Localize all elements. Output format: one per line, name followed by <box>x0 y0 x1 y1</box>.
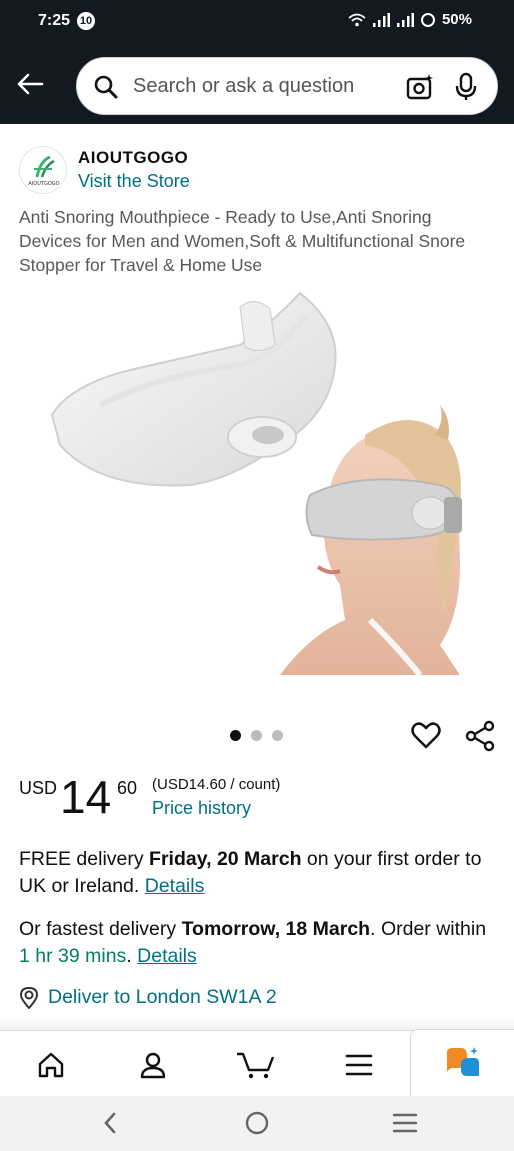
app-header: Search or ask a question <box>0 44 514 124</box>
fast-delivery-dot: . <box>126 945 138 967</box>
nav-home[interactable] <box>31 1045 71 1085</box>
cart-icon <box>237 1052 275 1079</box>
order-countdown: 1 hr 39 mins <box>19 945 127 967</box>
product-photo <box>50 291 462 677</box>
battery-level: 50% <box>441 11 472 28</box>
brand-logo[interactable]: AIOUTGOGO <box>19 146 67 194</box>
deliver-to-location[interactable]: Deliver to London SW1A 2 <box>19 986 277 1009</box>
location-pin-icon <box>19 986 39 1009</box>
free-delivery-message: FREE delivery Friday, 20 March on your f… <box>19 846 495 900</box>
bottom-navigation <box>0 1029 514 1097</box>
signal-icon-2 <box>396 12 414 27</box>
nav-menu[interactable] <box>339 1045 379 1085</box>
system-recents-icon <box>392 1113 418 1133</box>
wifi-icon <box>348 13 366 26</box>
fast-delivery-date: Tomorrow, 18 March <box>181 918 371 940</box>
battery-icon <box>420 12 435 27</box>
home-icon <box>38 1052 64 1078</box>
unit-price: (USD14.60 / count) <box>152 776 281 793</box>
menu-icon <box>345 1054 373 1076</box>
search-icon <box>94 75 118 99</box>
system-back-icon <box>104 1112 116 1134</box>
system-back-button[interactable] <box>93 1108 127 1138</box>
heart-icon[interactable] <box>410 720 442 752</box>
free-delivery-date: Friday, 20 March <box>149 848 302 870</box>
nav-cart[interactable] <box>236 1045 276 1085</box>
price-whole: 14 <box>60 771 112 823</box>
price-block: USD 14 60 (USD14.60 / count) Price histo… <box>19 772 499 822</box>
svg-text:AIOUTGOGO: AIOUTGOGO <box>28 181 59 187</box>
brand-name: AIOUTGOGO <box>78 148 189 167</box>
share-icon[interactable] <box>464 720 496 752</box>
deliver-to-text: Deliver to London SW1A 2 <box>48 986 277 1008</box>
price-fraction: 60 <box>117 778 138 798</box>
fast-delivery-details-link[interactable]: Details <box>137 945 197 967</box>
status-time: 7:25 <box>38 12 71 29</box>
carousel-dot-2[interactable] <box>251 730 262 741</box>
fastest-delivery-message: Or fastest delivery Tomorrow, 18 March. … <box>19 916 495 970</box>
system-home-icon <box>245 1111 269 1135</box>
price-currency: USD <box>19 778 58 798</box>
rufus-icon <box>446 1046 479 1076</box>
camera-icon[interactable] <box>405 72 435 102</box>
back-arrow-icon <box>17 73 44 95</box>
signal-icon <box>372 12 390 27</box>
image-carousel-dots <box>230 730 283 741</box>
system-navigation-bar <box>0 1096 514 1151</box>
back-button[interactable] <box>12 66 48 102</box>
visit-store-link[interactable]: Visit the Store <box>78 171 190 192</box>
system-recents-button[interactable] <box>388 1108 422 1138</box>
status-indicators: 50% <box>348 11 472 28</box>
nav-rufus[interactable] <box>410 1029 514 1097</box>
product-image[interactable] <box>40 285 480 685</box>
fast-delivery-prefix: Or fastest delivery <box>19 918 182 940</box>
system-home-button[interactable] <box>240 1108 274 1138</box>
price-history-link[interactable]: Price history <box>152 798 251 819</box>
search-box[interactable]: Search or ask a question <box>76 57 498 115</box>
free-delivery-details-link[interactable]: Details <box>145 875 205 897</box>
carousel-dot-1[interactable] <box>230 730 241 741</box>
free-delivery-prefix: FREE delivery <box>19 848 150 870</box>
status-bar: 7:25 10 50% <box>0 0 514 44</box>
product-title: Anti Snoring Mouthpiece - Ready to Use,A… <box>19 207 466 275</box>
fast-delivery-mid: . Order within <box>370 918 487 940</box>
brand-logo-graphic: AIOUTGOGO <box>28 155 60 187</box>
microphone-icon[interactable] <box>453 72 479 102</box>
search-input[interactable]: Search or ask a question <box>133 75 354 98</box>
notification-badge: 10 <box>77 12 95 30</box>
nav-account[interactable] <box>133 1045 173 1085</box>
carousel-dot-3[interactable] <box>272 730 283 741</box>
account-icon <box>140 1052 166 1079</box>
